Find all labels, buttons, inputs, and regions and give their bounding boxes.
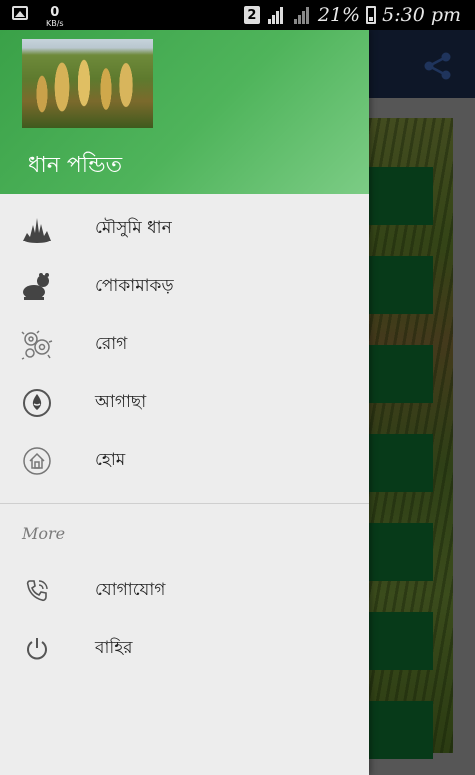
menu-item-disease[interactable]: রোগ [0, 316, 369, 374]
navigation-drawer: ধান পন্ডিত মৌসুমি ধান পোকামাকড় রোগ আগাছ… [0, 30, 369, 775]
menu-item-contact[interactable]: যোগাযোগ [0, 562, 369, 620]
network-speed: 0 KB/s [46, 6, 64, 28]
menu-label-seasonal-rice: মৌসুমি ধান [95, 218, 172, 238]
signal-icon [266, 6, 286, 24]
app-title: ধান পন্ডিত [28, 153, 123, 178]
sim-indicator: 2 [243, 6, 260, 24]
weed-drop-icon [21, 387, 53, 419]
menu-label-home: হোম [95, 450, 126, 470]
menu-label-contact: যোগাযোগ [95, 580, 166, 600]
signal-icon-2 [292, 6, 312, 24]
status-bar: 0 KB/s 2 21% 5:30 pm [0, 0, 475, 30]
insect-icon [21, 271, 53, 303]
menu-label-exit: বাহির [95, 638, 133, 658]
menu-item-home[interactable]: হোম [0, 432, 369, 490]
rice-header-image [22, 39, 153, 128]
menu-item-exit[interactable]: বাহির [0, 620, 369, 678]
menu-item-seasonal-rice[interactable]: মৌসুমি ধান [0, 200, 369, 258]
menu-item-insects[interactable]: পোকামাকড় [0, 258, 369, 316]
clock: 5:30 pm [382, 4, 461, 26]
menu-label-disease: রোগ [95, 334, 128, 354]
home-icon [21, 445, 53, 477]
menu-label-weeds: আগাছা [95, 392, 147, 412]
germ-icon [21, 329, 53, 361]
menu-label-insects: পোকামাকড় [95, 276, 174, 296]
drawer-header: ধান পন্ডিত [0, 30, 369, 194]
image-notification-icon [12, 6, 28, 20]
section-title-more: More [22, 523, 66, 543]
battery-icon [366, 6, 377, 24]
network-speed-value: 0 [50, 5, 60, 20]
network-speed-unit: KB/s [46, 19, 64, 28]
drawer-menu: মৌসুমি ধান পোকামাকড় রোগ আগাছা হোম [0, 194, 369, 490]
rice-seedling-icon [21, 213, 53, 245]
battery-percent: 21% [317, 4, 361, 26]
power-icon [21, 633, 53, 665]
menu-item-weeds[interactable]: আগাছা [0, 374, 369, 432]
drawer-scrim[interactable] [369, 30, 475, 775]
phone-icon [21, 575, 53, 607]
